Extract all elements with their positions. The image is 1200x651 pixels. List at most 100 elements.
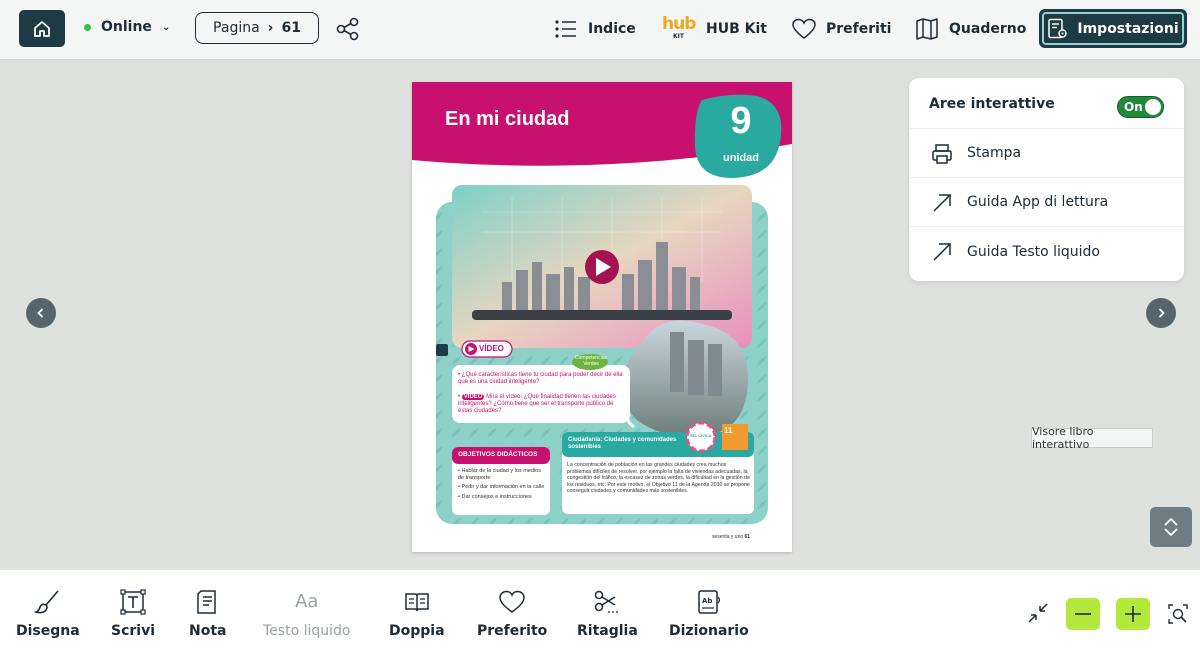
question-2: • VÍDEO Mira el vídeo. ¿Qué finalidad ti… bbox=[458, 394, 616, 414]
favorites-label: Preferiti bbox=[826, 21, 892, 37]
note-tool[interactable]: Nota bbox=[189, 588, 226, 644]
page-label: Pagina bbox=[213, 20, 260, 36]
index-button[interactable]: Indice bbox=[554, 16, 636, 42]
favorite-label: Preferito bbox=[477, 623, 548, 639]
liquid-guide-label: Guida Testo liquido bbox=[967, 243, 1100, 260]
text-box-icon bbox=[120, 589, 146, 615]
interactive-areas-label: Aree interattive bbox=[929, 96, 1055, 112]
font-size-icon: Aa bbox=[295, 591, 319, 612]
objective-item: • Hablar de la ciudad y los medios de tr… bbox=[458, 468, 541, 481]
settings-button-inner: Impostazioni bbox=[1042, 12, 1184, 45]
toggle-state: On bbox=[1124, 100, 1143, 114]
print-row[interactable]: Stampa bbox=[909, 129, 1184, 178]
favorites-button[interactable]: Preferiti bbox=[792, 16, 891, 42]
video-badge[interactable]: VÍDEO bbox=[479, 344, 504, 353]
hub-logo: hub KIT bbox=[662, 14, 696, 40]
objective-item: • Dar consejos e instrucciones bbox=[458, 493, 532, 500]
zoom-in-button[interactable] bbox=[1116, 598, 1150, 630]
question-1: • ¿Qué características tiene tu ciudad p… bbox=[458, 372, 623, 385]
liquid-text-tool[interactable]: Aa Testo liquido bbox=[263, 588, 350, 644]
unit-label: unidad bbox=[722, 152, 760, 164]
objective-item: • Pedir y dar información en la calle bbox=[458, 484, 545, 490]
write-label: Scrivi bbox=[111, 623, 156, 639]
printer-icon bbox=[932, 144, 952, 164]
online-status-label: Online bbox=[101, 19, 152, 35]
liquid-text-label: Testo liquido bbox=[263, 623, 351, 639]
print-label: Stampa bbox=[967, 145, 1022, 161]
crop-tool[interactable]: Ritaglia bbox=[577, 588, 638, 644]
external-link-icon bbox=[933, 194, 951, 212]
civics-title: Ciudadanía: Ciudades y comunidades soste… bbox=[568, 437, 677, 450]
index-label: Indice bbox=[588, 21, 636, 37]
app-guide-label: Guida App di lettura bbox=[967, 194, 1109, 210]
collapse-icon[interactable] bbox=[1027, 602, 1049, 624]
video-play-button[interactable] bbox=[585, 250, 619, 284]
heart-icon bbox=[499, 590, 525, 613]
notebook-button[interactable]: Quaderno bbox=[915, 16, 1026, 42]
scissors-icon bbox=[595, 590, 621, 613]
online-status-dropdown[interactable]: Online ⌄ bbox=[84, 19, 170, 35]
svg-text:Ab: Ab bbox=[702, 597, 712, 605]
favorite-tool[interactable]: Preferito bbox=[477, 588, 547, 644]
competencias-badge: Competencias Verdes bbox=[575, 355, 607, 367]
minus-icon bbox=[1075, 613, 1091, 615]
scroll-mode-button[interactable] bbox=[1150, 507, 1192, 547]
zoom-area-icon[interactable] bbox=[1167, 603, 1189, 625]
dictionary-tool[interactable]: Ab Dizionario bbox=[669, 588, 749, 644]
settings-label: Impostazioni bbox=[1077, 20, 1179, 37]
book-page[interactable]: En mi ciudad 9 unidad VÍDEO Competencias… bbox=[412, 82, 792, 552]
interactive-areas-row[interactable]: Aree interattive On bbox=[909, 80, 1184, 129]
viewer-tooltip: Visore libro interattivo bbox=[1031, 425, 1153, 451]
unit-number: 9 bbox=[730, 100, 752, 142]
civics-badge: ED. CÍVICA bbox=[690, 433, 712, 438]
list-icon bbox=[555, 20, 576, 38]
home-icon bbox=[34, 20, 50, 37]
book-title: En mi ciudad bbox=[445, 108, 570, 130]
share-icon[interactable] bbox=[335, 16, 361, 42]
note-icon bbox=[196, 590, 216, 614]
dictionary-label: Dizionario bbox=[669, 623, 749, 639]
sdg-number: 11 bbox=[724, 426, 733, 435]
crop-label: Ritaglia bbox=[577, 623, 638, 639]
liquid-guide-row[interactable]: Guida Testo liquido bbox=[909, 227, 1184, 276]
hub-kit-button[interactable]: hub KIT HUB Kit bbox=[662, 14, 767, 42]
external-link-icon bbox=[933, 243, 951, 261]
settings-menu: Aree interattive On Stampa Guida App di … bbox=[909, 78, 1184, 281]
toggle-knob bbox=[1145, 99, 1161, 115]
brush-icon bbox=[33, 590, 59, 614]
chevron-left-icon bbox=[37, 308, 44, 318]
chevron-right-icon: › bbox=[267, 20, 274, 36]
plus-icon bbox=[1125, 606, 1141, 622]
draw-label: Disegna bbox=[16, 623, 80, 639]
chevron-down-icon: ⌄ bbox=[161, 21, 171, 33]
interactive-areas-toggle[interactable]: On bbox=[1117, 96, 1164, 118]
open-book-icon bbox=[405, 593, 429, 612]
dictionary-icon: Ab bbox=[698, 590, 721, 614]
double-page-tool[interactable]: Doppia bbox=[389, 588, 445, 644]
zoom-out-button[interactable] bbox=[1066, 598, 1100, 630]
settings-button[interactable]: Impostazioni bbox=[1039, 9, 1187, 48]
write-tool[interactable]: Scrivi bbox=[111, 588, 155, 644]
chevron-right-icon bbox=[1158, 308, 1165, 318]
page-number: 61 bbox=[281, 20, 301, 36]
draw-tool[interactable]: Disegna bbox=[16, 588, 80, 644]
home-button[interactable] bbox=[19, 10, 65, 47]
civics-text: La concentración de población en las gra… bbox=[567, 462, 750, 495]
objectives-list: • Hablar de la ciudad y los medios de tr… bbox=[458, 468, 548, 500]
note-label: Nota bbox=[189, 623, 227, 639]
top-bar: Online ⌄ Pagina › 61 Indice hub KIT HUB … bbox=[0, 0, 1200, 60]
page-footer: sesenta y uno 61 bbox=[712, 534, 751, 540]
objectives-title: OBJETIVOS DIDÁCTICOS bbox=[458, 451, 538, 458]
next-page-button[interactable] bbox=[1146, 298, 1176, 328]
page-navigator[interactable]: Pagina › 61 bbox=[195, 12, 319, 44]
online-dot-icon bbox=[84, 23, 91, 31]
book-icon bbox=[916, 18, 938, 40]
heart-icon bbox=[792, 18, 816, 39]
double-page-label: Doppia bbox=[389, 623, 445, 639]
chevron-up-down-icon bbox=[1164, 517, 1178, 537]
app-guide-row[interactable]: Guida App di lettura bbox=[909, 178, 1184, 227]
previous-page-button[interactable] bbox=[26, 298, 56, 328]
settings-doc-icon bbox=[1048, 18, 1068, 38]
hub-kit-label: HUB Kit bbox=[706, 21, 767, 37]
notebook-label: Quaderno bbox=[949, 21, 1027, 37]
